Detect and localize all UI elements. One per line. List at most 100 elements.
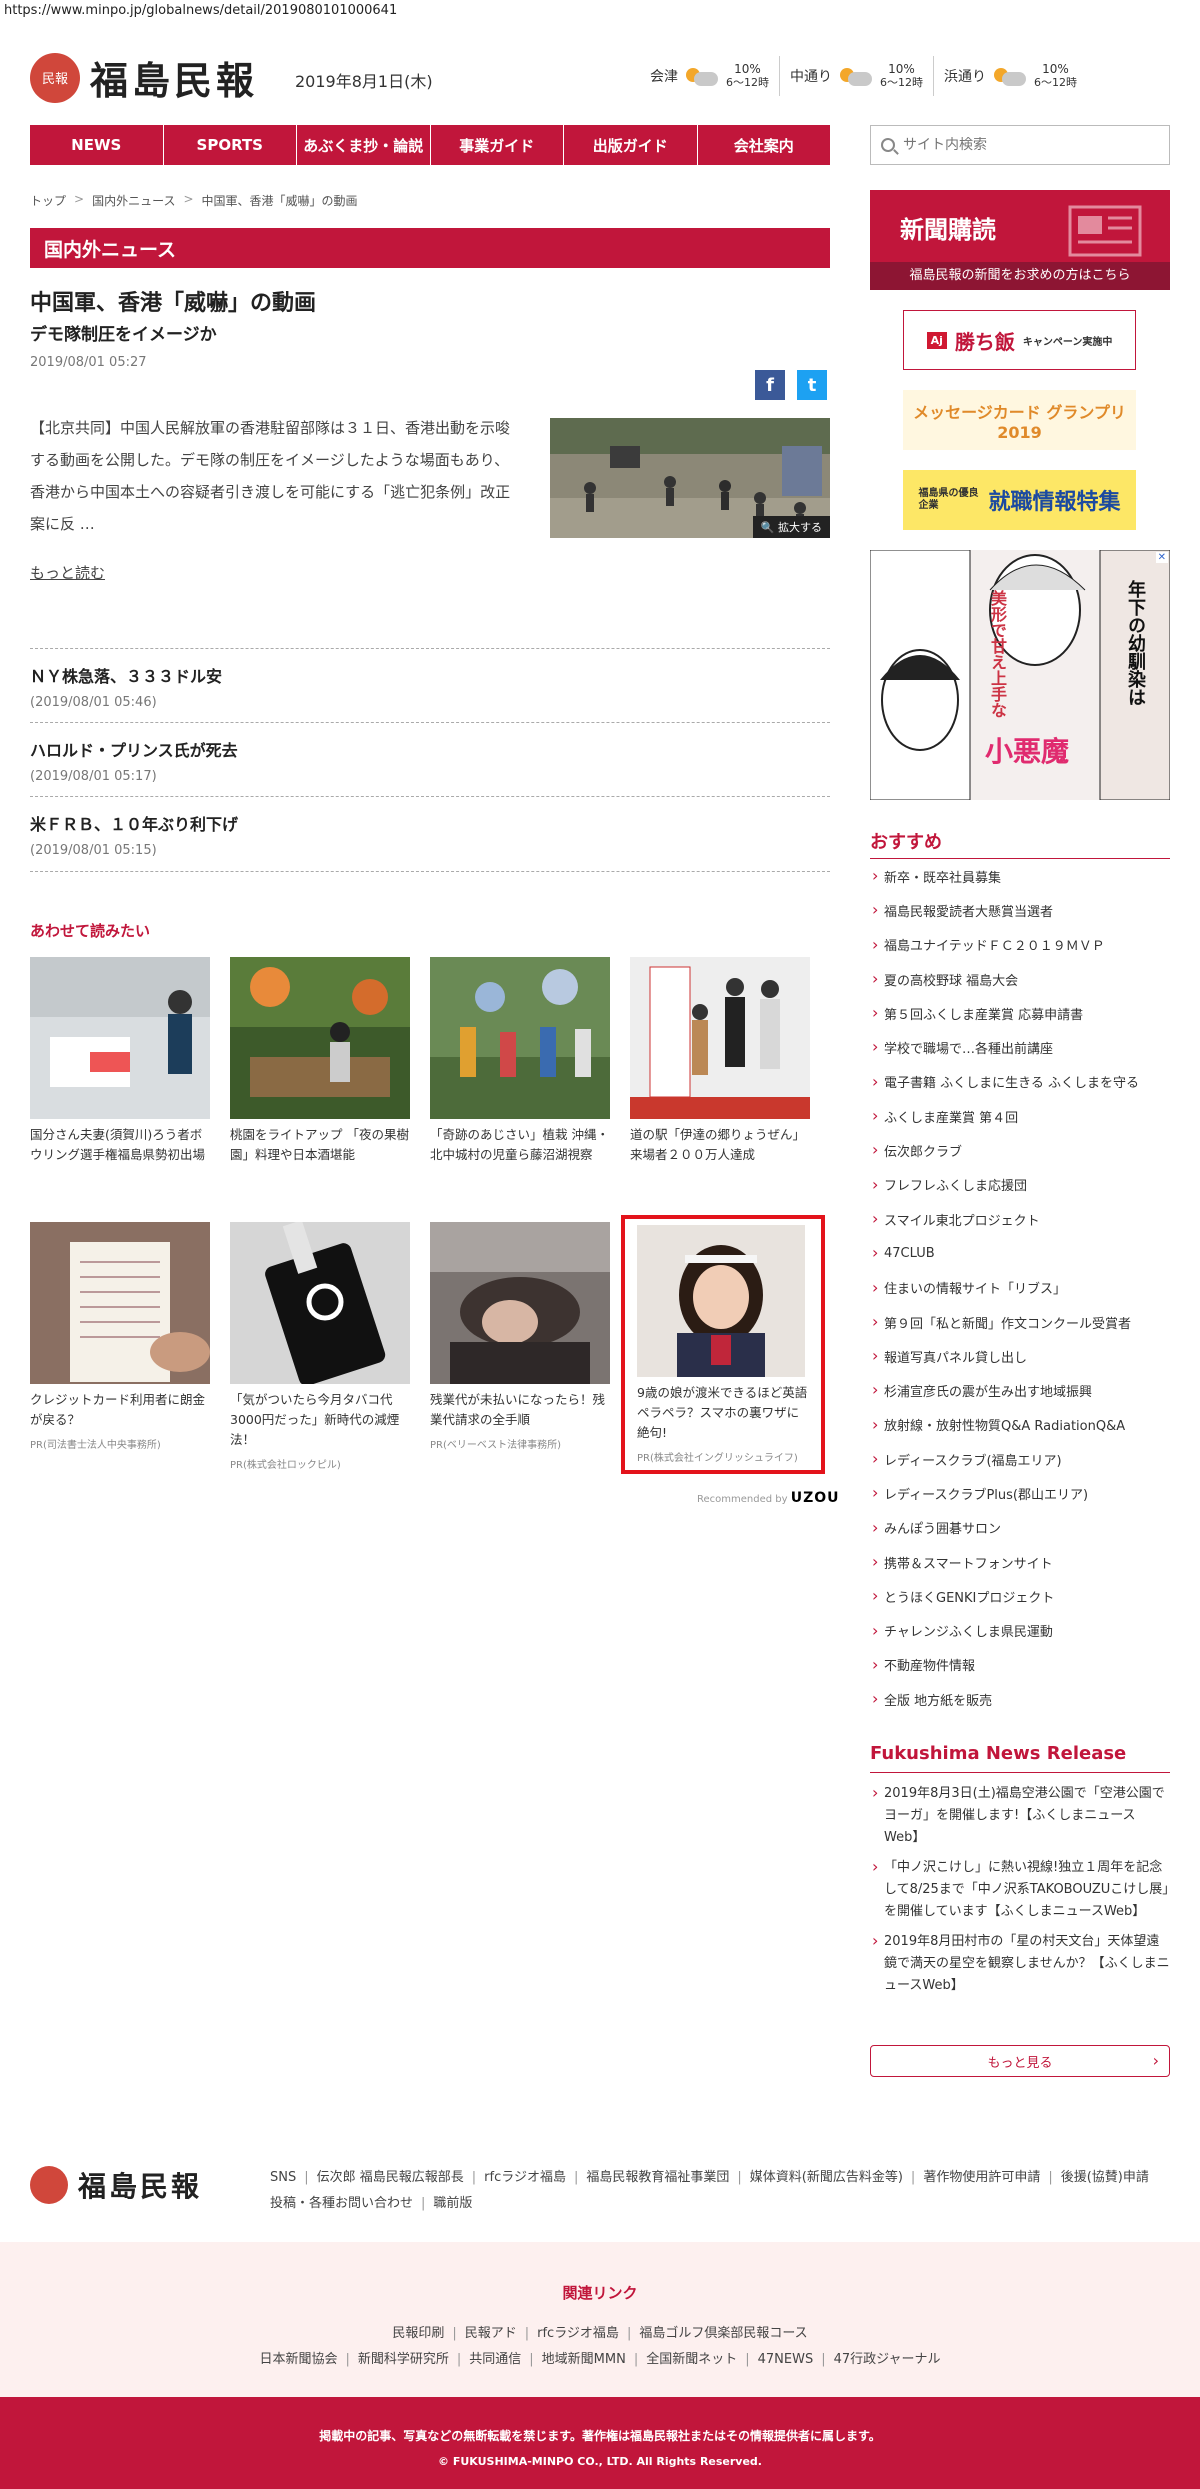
osusume-item[interactable]: 第５回ふくしま産業賞 応募申請書 xyxy=(870,996,1170,1030)
osusume-item[interactable]: 携帯＆スマートフォンサイト xyxy=(870,1545,1170,1579)
breadcrumb-section[interactable]: 国内外ニュース xyxy=(92,192,175,209)
breadcrumb-home[interactable]: トップ xyxy=(30,192,66,209)
related-link[interactable]: 共同通信 xyxy=(469,2352,521,2367)
manga-ad[interactable]: 美形で甘え上手な 小悪魔 年下の幼馴染は ✕ xyxy=(870,550,1170,800)
footer-link[interactable]: 著作物使用許可申請 xyxy=(923,2170,1040,2185)
osusume-item[interactable]: フレフレふくしま応援団 xyxy=(870,1168,1170,1202)
related-link[interactable]: 全国新聞ネット xyxy=(646,2352,737,2367)
read-more-link[interactable]: もっと読む xyxy=(30,562,105,583)
sponsor-label: PR(株式会社イングリッシュライフ) xyxy=(637,1453,798,1464)
related-link[interactable]: 47NEWS xyxy=(758,2352,814,2367)
footer-links-row: SNS | 伝次郎 福島民報広報部長 | rfcラジオ福島 | 福島民報教育福祉事業団 | 媒体… xyxy=(270,2165,1170,2191)
related-link[interactable]: 民報印刷 xyxy=(392,2326,444,2341)
banner-job-info[interactable]: 福島県の優良企業 就職情報特集 xyxy=(903,470,1136,530)
zoom-button[interactable]: 🔍 拡大する xyxy=(752,516,830,538)
related-links-heading: 関連リンク xyxy=(562,2284,638,2302)
news-date: (2019/08/01 05:15) xyxy=(30,843,157,858)
footer-logo-mark-icon xyxy=(30,2166,68,2204)
related-card[interactable]: 桃園をライトアップ 「夜の果樹園」料理や日本酒堪能 xyxy=(230,957,410,1165)
search-icon[interactable] xyxy=(881,138,895,152)
banner-message-card[interactable]: メッセージカード グランプリ2019 xyxy=(903,390,1136,450)
subscribe-sub: 福島民報の新聞をお求めの方はこちら xyxy=(870,262,1170,290)
related-link[interactable]: rfcラジオ福島 xyxy=(537,2326,619,2341)
ajinomoto-logo-icon: Aj xyxy=(926,331,947,349)
footer-link[interactable]: 後援(協賛)申請 xyxy=(1061,2170,1149,2185)
osusume-item[interactable]: 電子書籍 ふくしまに生きる ふくしまを守る xyxy=(870,1065,1170,1099)
related-card[interactable]: 「気がついたら今月タバコ代3000円だった」新時代の減煙法！ PR(株式会社ロッ… xyxy=(230,1222,410,1471)
twitter-icon[interactable]: t xyxy=(797,370,827,400)
logo-name: 福島民報 xyxy=(90,58,259,103)
osusume-item[interactable]: 不動産物件情報 xyxy=(870,1648,1170,1682)
footer-logo[interactable]: 福島民報 xyxy=(30,2165,202,2205)
footer-link[interactable]: 媒体資料(新聞広告料金等) xyxy=(750,2170,903,2185)
related-link[interactable]: 福島ゴルフ倶楽部民報コース xyxy=(639,2326,807,2341)
footer-link[interactable]: 福島民報教育福祉事業団 xyxy=(586,2170,729,2185)
osusume-item[interactable]: 全版 地方紙を販売 xyxy=(870,1682,1170,1716)
weather-item[interactable]: 会津 10% 6〜12時 xyxy=(650,56,779,96)
facebook-icon[interactable]: f xyxy=(755,370,785,400)
link-separator: | xyxy=(626,2326,632,2341)
list-item[interactable]: ハロルド・プリンス氏が死去 (2019/08/01 05:17) xyxy=(30,722,830,796)
article-photo[interactable]: 🔍 拡大する xyxy=(550,418,830,538)
footer-link[interactable]: rfcラジオ福島 xyxy=(484,2170,566,2185)
nav-editorial[interactable]: あぶくま抄・論説 xyxy=(297,125,431,165)
osusume-item[interactable]: 伝次郎クラブ xyxy=(870,1133,1170,1167)
related-link[interactable]: 新聞科学研究所 xyxy=(358,2352,449,2367)
related-card[interactable]: 残業代が未払いになったら！残業代請求の全手順 PR(ベリーベスト法律事務所) xyxy=(430,1222,610,1451)
news-release-item[interactable]: 2019年8月3日(土)福島空港公園で「空港公園でヨーガ」を開催します!【ふくし… xyxy=(870,1782,1170,1849)
related-image xyxy=(230,1222,410,1384)
nav-business-guide[interactable]: 事業ガイド xyxy=(431,125,564,165)
osusume-item[interactable]: 杉浦宣彦氏の震が生み出す地域振興 xyxy=(870,1373,1170,1407)
related-link[interactable]: 47行政ジャーナル xyxy=(834,2352,941,2367)
footer-link[interactable]: SNS xyxy=(270,2170,296,2185)
osusume-item[interactable]: 新卒・既卒社員募集 xyxy=(870,859,1170,893)
osusume-item[interactable]: レディースクラブPlus(郡山エリア) xyxy=(870,1476,1170,1510)
related-link[interactable]: 日本新聞協会 xyxy=(259,2352,337,2367)
osusume-item[interactable]: 47CLUB xyxy=(870,1236,1170,1270)
nav-publishing-guide[interactable]: 出版ガイド xyxy=(564,125,698,165)
news-release-item[interactable]: 2019年8月田村市の「星の村天文台」天体望遠鏡で満天の星空を観察しませんか？【… xyxy=(870,1930,1170,1997)
osusume-item[interactable]: 福島ユナイテッドＦＣ２０１９ＭＶＰ xyxy=(870,928,1170,962)
osusume-item[interactable]: ふくしま産業賞 第４回 xyxy=(870,1099,1170,1133)
osusume-item[interactable]: 学校で職場で…各種出前講座 xyxy=(870,1030,1170,1064)
footer-link[interactable]: 職前版 xyxy=(433,2196,472,2211)
related-card[interactable]: 国分さん夫妻(須賀川)ろう者ボウリング選手権福島県勢初出場 xyxy=(30,957,210,1165)
osusume-item[interactable]: 夏の高校野球 福島大会 xyxy=(870,962,1170,996)
footer-link[interactable]: 伝次郎 福島民報広報部長 xyxy=(317,2170,464,2185)
search-input[interactable] xyxy=(903,137,1143,153)
subscribe-banner[interactable]: 新聞購読 福島民報の新聞をお求めの方はこちら xyxy=(870,190,1170,290)
link-separator: | xyxy=(573,2170,579,2185)
osusume-item[interactable]: 福島民報愛読者大懸賞当選者 xyxy=(870,893,1170,927)
news-release-item[interactable]: 「中ノ沢こけし」に熱い視線!独立１周年を記念して8/25まで「中ノ沢系TAKOB… xyxy=(870,1856,1170,1923)
ad-close-icon[interactable]: ✕ xyxy=(1155,552,1168,563)
nav-sports[interactable]: SPORTS xyxy=(164,125,297,165)
osusume-item[interactable]: とうほくGENKIプロジェクト xyxy=(870,1579,1170,1613)
related-card-highlighted[interactable]: 9歳の娘が渡米できるほど英語ペラペラ？スマホの裏ワザに絶句! PR(株式会社イン… xyxy=(621,1215,825,1474)
weather-item[interactable]: 浜通り 10% 6〜12時 xyxy=(933,56,1087,96)
list-item[interactable]: ＮＹ株急落、３３３ドル安 (2019/08/01 05:46) xyxy=(30,648,830,722)
osusume-item[interactable]: みんぽう囲碁サロン xyxy=(870,1511,1170,1545)
osusume-item[interactable]: 第９回「私と新聞」作文コンクール受賞者 xyxy=(870,1305,1170,1339)
footer-link[interactable]: 投稿・各種お問い合わせ xyxy=(270,2196,413,2211)
recommended-by[interactable]: Recommended by UZOU xyxy=(697,1490,840,1506)
nav-company[interactable]: 会社案内 xyxy=(698,125,831,165)
more-button[interactable]: もっと見る xyxy=(870,2045,1170,2077)
osusume-item[interactable]: レディースクラブ(福島エリア) xyxy=(870,1442,1170,1476)
banner-kachimeshi[interactable]: Aj 勝ち飯 キャンペーン実施中 xyxy=(903,310,1136,370)
list-item[interactable]: 米ＦＲＢ、１０年ぶり利下げ (2019/08/01 05:15) xyxy=(30,796,830,872)
related-image xyxy=(430,1222,610,1384)
related-card[interactable]: 「奇跡のあじさい」植栽 沖縄・北中城村の児童ら藤沼湖視察 xyxy=(430,957,610,1165)
weather-item[interactable]: 中通り 10% 6〜12時 xyxy=(779,56,933,96)
osusume-item[interactable]: スマイル東北プロジェクト xyxy=(870,1202,1170,1236)
related-card[interactable]: 道の駅「伊達の郷りょうぜん」 来場者２００万人達成 xyxy=(630,957,810,1165)
related-image xyxy=(630,957,810,1119)
related-link[interactable]: 民報アド xyxy=(465,2326,517,2341)
nav-news[interactable]: NEWS xyxy=(30,125,164,165)
osusume-item[interactable]: チャレンジふくしま県民運動 xyxy=(870,1614,1170,1648)
site-logo[interactable]: 民報 福島民報 xyxy=(30,50,258,105)
osusume-item[interactable]: 住まいの情報サイト「リブス」 xyxy=(870,1271,1170,1305)
related-link[interactable]: 地域新聞MMN xyxy=(542,2352,626,2367)
osusume-item[interactable]: 放射線・放射性物質Q&A RadiationQ&A xyxy=(870,1408,1170,1442)
related-card[interactable]: クレジットカード利用者に朗金が戻る？ PR(司法書士法人中央事務所) xyxy=(30,1222,210,1451)
osusume-item[interactable]: 報道写真パネル貸し出し xyxy=(870,1339,1170,1373)
